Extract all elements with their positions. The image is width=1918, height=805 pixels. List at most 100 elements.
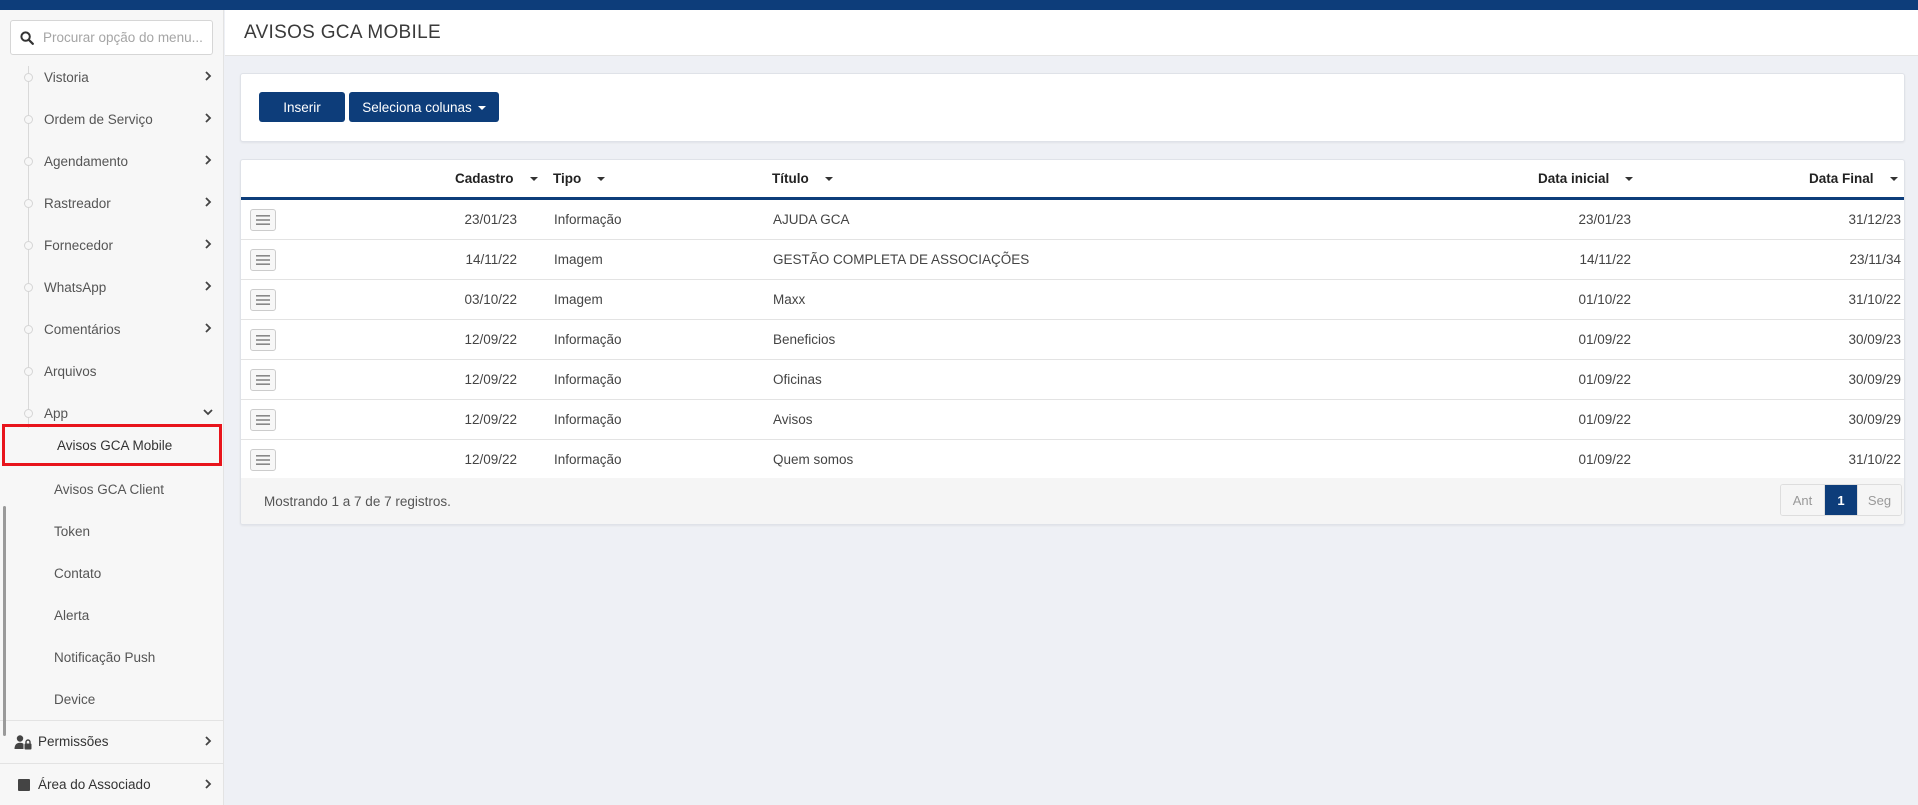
page-1-button[interactable]: 1 bbox=[1825, 485, 1857, 515]
sidebar-item-fornecedor[interactable]: Fornecedor bbox=[0, 224, 223, 266]
sidebar-subitem-token[interactable]: Token bbox=[0, 510, 223, 552]
chevron-right-icon bbox=[205, 155, 212, 165]
row-menu-icon[interactable] bbox=[250, 289, 276, 311]
page-header: AVISOS GCA MOBILE bbox=[225, 10, 1918, 56]
sidebar-subitem-contato[interactable]: Contato bbox=[0, 552, 223, 594]
tree-node-icon bbox=[24, 199, 33, 208]
cell-titulo: Avisos bbox=[773, 412, 813, 427]
table-row[interactable]: 14/11/22 Imagem GESTÃO COMPLETA DE ASSOCIA… bbox=[241, 240, 1904, 280]
tree-node-icon bbox=[24, 367, 33, 376]
cell-titulo: Quem somos bbox=[773, 452, 854, 467]
insert-button[interactable]: Inserir bbox=[259, 92, 345, 122]
table-row[interactable]: 12/09/22 Informação Quem somos 01/09/22 31/1… bbox=[241, 440, 1904, 480]
row-menu-icon[interactable] bbox=[250, 329, 276, 351]
column-header-data-inicial[interactable]: Data inicial bbox=[1538, 171, 1634, 186]
prev-page-button[interactable]: Ant bbox=[1781, 485, 1825, 515]
sidebar-subitem-avisos-gca-mobile[interactable]: Avisos GCA Mobile bbox=[2, 424, 222, 466]
column-header-titulo[interactable]: Título bbox=[772, 171, 833, 186]
cell-tipo: Informação bbox=[554, 372, 622, 387]
tree-node-icon bbox=[24, 115, 33, 124]
column-header-tipo[interactable]: Tipo bbox=[553, 171, 606, 186]
square-icon bbox=[18, 779, 30, 791]
column-header-label: Título bbox=[772, 171, 809, 186]
table-row[interactable]: 03/10/22 Imagem Maxx 01/10/22 31/10/22 bbox=[241, 280, 1904, 320]
row-menu-icon[interactable] bbox=[250, 369, 276, 391]
toolbar-panel: Inserir Seleciona colunas bbox=[240, 73, 1905, 142]
caret-down-icon bbox=[477, 106, 486, 110]
tree-node-icon bbox=[24, 283, 33, 292]
sort-icon bbox=[1889, 176, 1898, 181]
table-row[interactable]: 12/09/22 Informação Oficinas 01/09/22 30/09/… bbox=[241, 360, 1904, 400]
sidebar-section-label: Permissões bbox=[38, 734, 109, 749]
cell-data-inicial: 01/10/22 bbox=[1578, 292, 1631, 307]
row-menu-icon[interactable] bbox=[250, 409, 276, 431]
cell-titulo: Oficinas bbox=[773, 372, 822, 387]
cell-tipo: Informação bbox=[554, 412, 622, 427]
cell-titulo: Maxx bbox=[773, 292, 806, 307]
table-row[interactable]: 12/09/22 Informação Avisos 01/09/22 30/09/29 bbox=[241, 400, 1904, 440]
table-row[interactable]: 12/09/22 Informação Beneficios 01/09/22 30/0… bbox=[241, 320, 1904, 360]
cell-data-final: 31/10/22 bbox=[1848, 452, 1901, 467]
chevron-right-icon bbox=[205, 779, 212, 789]
sidebar-item-label: Alerta bbox=[54, 607, 90, 623]
sort-icon bbox=[597, 176, 606, 181]
table-row[interactable]: 23/01/23 Informação AJUDA GCA 23/01/23 31/12… bbox=[241, 200, 1904, 240]
cell-data-final: 23/11/34 bbox=[1849, 252, 1901, 267]
search-input[interactable] bbox=[43, 30, 203, 45]
sidebar-item-label: Ordem de Serviço bbox=[44, 111, 153, 127]
sidebar-item-label: Contato bbox=[54, 565, 102, 581]
cell-tipo: Imagem bbox=[554, 292, 603, 307]
column-header-label: Cadastro bbox=[455, 171, 514, 186]
sidebar-item-comentarios[interactable]: Comentários bbox=[0, 308, 223, 350]
cell-data-final: 30/09/29 bbox=[1848, 412, 1901, 427]
sidebar-item-label: Avisos GCA Mobile bbox=[57, 437, 173, 453]
cell-data-inicial: 23/01/23 bbox=[1578, 212, 1631, 227]
sidebar-subitem-avisos-gca-client[interactable]: Avisos GCA Client bbox=[0, 468, 223, 510]
select-columns-label: Seleciona colunas bbox=[362, 99, 472, 115]
sidebar-scrollbar[interactable] bbox=[3, 506, 6, 736]
sidebar-item-label: WhatsApp bbox=[44, 279, 107, 295]
chevron-right-icon bbox=[205, 323, 212, 333]
sidebar-item-ordem-de-servico[interactable]: Ordem de Serviço bbox=[0, 98, 223, 140]
next-page-button[interactable]: Seg bbox=[1857, 485, 1901, 515]
sidebar-subitem-notificacao-push[interactable]: Notificação Push bbox=[0, 636, 223, 678]
top-accent-bar bbox=[0, 0, 1918, 10]
sidebar-item-label: Device bbox=[54, 691, 96, 707]
sidebar-item-label: Notificação Push bbox=[54, 649, 156, 665]
sidebar-item-agendamento[interactable]: Agendamento bbox=[0, 140, 223, 182]
sidebar-item-label: Avisos GCA Client bbox=[54, 481, 165, 497]
sidebar-item-label: Token bbox=[54, 523, 91, 539]
cell-data-inicial: 01/09/22 bbox=[1578, 412, 1631, 427]
menu-search[interactable] bbox=[10, 20, 213, 55]
sidebar-item-label: Fornecedor bbox=[44, 237, 114, 253]
page-title: AVISOS GCA MOBILE bbox=[244, 22, 441, 43]
cell-data-final: 30/09/23 bbox=[1848, 332, 1901, 347]
cell-data-inicial: 01/09/22 bbox=[1578, 372, 1631, 387]
sidebar-subitem-device[interactable]: Device bbox=[0, 678, 223, 720]
sidebar-item-vistoria[interactable]: Vistoria bbox=[0, 56, 223, 98]
cell-cadastro: 03/10/22 bbox=[464, 292, 517, 307]
column-header-data-final[interactable]: Data Final bbox=[1809, 171, 1898, 186]
sidebar-subitem-alerta[interactable]: Alerta bbox=[0, 594, 223, 636]
row-menu-icon[interactable] bbox=[250, 449, 276, 471]
cell-data-final: 31/12/23 bbox=[1848, 212, 1901, 227]
chevron-right-icon bbox=[205, 239, 212, 249]
sidebar-item-whatsapp[interactable]: WhatsApp bbox=[0, 266, 223, 308]
sidebar-section-label: Área do Associado bbox=[38, 777, 151, 792]
user-lock-icon bbox=[14, 735, 32, 750]
tree-node-icon bbox=[24, 157, 33, 166]
sidebar-section-area-do-associado[interactable]: Área do Associado bbox=[0, 763, 223, 805]
table-footer: Mostrando 1 a 7 de 7 registros. Ant 1 Se… bbox=[241, 478, 1904, 524]
column-header-label: Tipo bbox=[553, 171, 582, 186]
sidebar-item-rastreador[interactable]: Rastreador bbox=[0, 182, 223, 224]
row-menu-icon[interactable] bbox=[250, 249, 276, 271]
sidebar-item-arquivos[interactable]: Arquivos bbox=[0, 350, 223, 392]
cell-data-inicial: 14/11/22 bbox=[1579, 252, 1631, 267]
sidebar-section-permissoes[interactable]: Permissões bbox=[0, 720, 223, 762]
row-menu-icon[interactable] bbox=[250, 209, 276, 231]
column-header-cadastro[interactable]: Cadastro bbox=[455, 171, 538, 186]
sort-icon bbox=[824, 176, 833, 181]
sidebar-item-label: Agendamento bbox=[44, 153, 129, 169]
select-columns-button[interactable]: Seleciona colunas bbox=[349, 92, 499, 122]
sidebar-item-label: Rastreador bbox=[44, 195, 111, 211]
